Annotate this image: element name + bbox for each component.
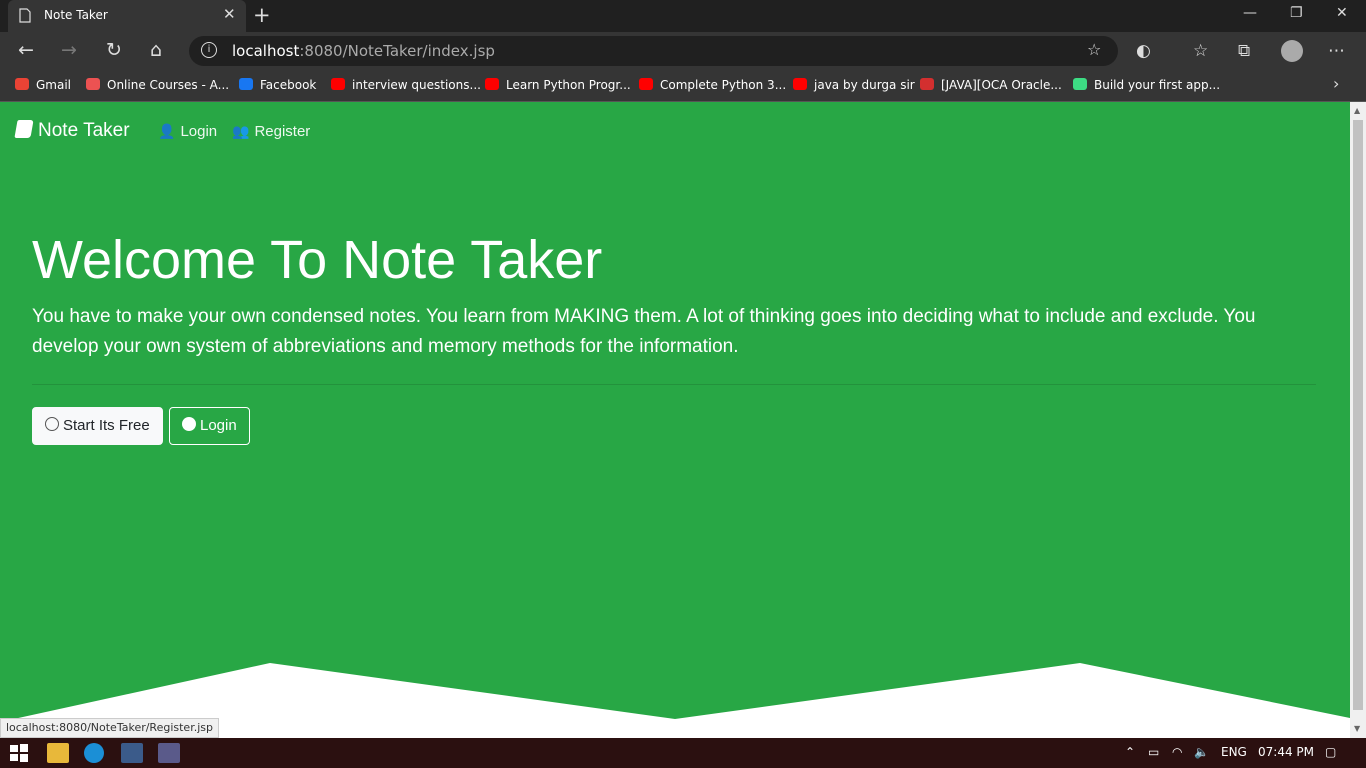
bookmark-item[interactable]: Build your first app... — [1073, 77, 1220, 95]
bookmark-label: Learn Python Progr... — [506, 78, 631, 92]
favorite-star-icon[interactable]: ☆ — [1087, 40, 1101, 59]
bookmark-item[interactable]: Learn Python Progr... — [485, 77, 631, 95]
user-circle-icon — [182, 417, 196, 431]
youtube-icon — [793, 78, 807, 90]
site-info-icon[interactable]: i — [201, 42, 217, 58]
edge-browser-icon[interactable] — [84, 743, 104, 763]
start-free-button[interactable]: Start Its Free — [32, 407, 163, 445]
scrollbar[interactable]: ▲ ▼ — [1350, 102, 1366, 738]
clock[interactable]: 07:44 PM — [1258, 745, 1314, 759]
bookmark-label: Gmail — [36, 78, 72, 92]
minimize-icon[interactable]: — — [1243, 5, 1257, 21]
scroll-thumb[interactable] — [1353, 120, 1363, 710]
browser-toolbar: ← → ↻ ⌂ i localhost:8080/NoteTaker/index… — [0, 32, 1366, 70]
page-viewport: Note Taker 👤 Login 👥 Register Welcome To N… — [0, 102, 1350, 738]
udemy-icon — [86, 78, 100, 90]
bookmark-label: interview questions... — [352, 78, 481, 92]
globe-icon — [45, 417, 59, 431]
gmail-icon — [15, 78, 29, 90]
login-button[interactable]: Login — [169, 407, 250, 445]
chevron-up-icon[interactable]: ⌃ — [1125, 745, 1135, 759]
more-icon[interactable]: ⋯ — [1328, 41, 1345, 61]
bookmark-label: java by durga sir — [814, 78, 915, 92]
bookmark-label: Complete Python 3... — [660, 78, 787, 92]
profile-avatar[interactable] — [1281, 40, 1303, 62]
wifi-icon[interactable]: ◠ — [1172, 745, 1182, 759]
forward-icon[interactable]: → — [61, 39, 77, 61]
address-bar[interactable]: i localhost:8080/NoteTaker/index.jsp ☆ — [189, 36, 1118, 66]
chevron-right-icon[interactable]: › — [1333, 74, 1339, 93]
settings-app-icon[interactable] — [158, 743, 180, 763]
bookmark-item[interactable]: interview questions... — [331, 77, 481, 95]
book-icon — [14, 120, 34, 138]
page-title: Welcome To Note Taker — [32, 230, 603, 290]
divider — [32, 384, 1316, 385]
file-explorer-icon[interactable] — [47, 743, 69, 763]
android-icon — [1073, 78, 1087, 90]
bookmark-item[interactable]: Online Courses - A... — [86, 77, 229, 95]
nav-login-link[interactable]: 👤 Login — [158, 123, 217, 140]
lead-text: You have to make your own condensed note… — [32, 306, 1256, 357]
bookmark-item[interactable]: Gmail — [15, 77, 71, 95]
bookmark-label: [JAVA][OCA Oracle... — [941, 78, 1062, 92]
battery-icon[interactable]: ▭ — [1148, 745, 1159, 759]
jumbotron: Welcome To Note Taker You have to make y… — [32, 230, 1316, 385]
collections-icon[interactable]: ⧉ — [1238, 41, 1250, 61]
bookmark-item[interactable]: Facebook — [239, 77, 316, 95]
bookmark-item[interactable]: [JAVA][OCA Oracle... — [920, 77, 1062, 95]
volume-icon[interactable]: 🔈 — [1194, 745, 1209, 759]
tab-strip: Note Taker ✕ + — ❐ ✕ — [0, 0, 1366, 32]
user-icon: 👤 — [158, 123, 176, 139]
browser-tab[interactable]: Note Taker ✕ — [8, 0, 246, 32]
refresh-icon[interactable]: ↻ — [106, 39, 122, 61]
bookmark-item[interactable]: Complete Python 3... — [639, 77, 786, 95]
youtube-icon — [485, 78, 499, 90]
app-icon[interactable] — [121, 743, 143, 763]
extension-icon[interactable]: ◐ — [1136, 41, 1151, 61]
status-bar: localhost:8080/NoteTaker/Register.jsp — [0, 718, 219, 738]
favorites-icon[interactable]: ☆ — [1193, 41, 1208, 61]
scroll-down-icon[interactable]: ▼ — [1354, 724, 1360, 733]
scroll-up-icon[interactable]: ▲ — [1354, 106, 1360, 115]
bookmark-label: Online Courses - A... — [107, 78, 230, 92]
youtube-icon — [639, 78, 653, 90]
tab-title: Note Taker — [44, 8, 108, 22]
user-plus-icon: 👥 — [232, 123, 250, 139]
back-icon[interactable]: ← — [18, 39, 34, 61]
pdf-icon — [920, 78, 934, 90]
bookmark-item[interactable]: java by durga sir — [793, 77, 915, 95]
url-text[interactable]: localhost:8080/NoteTaker/index.jsp — [232, 42, 495, 60]
navbar-brand[interactable]: Note Taker — [14, 120, 130, 142]
new-tab-button[interactable]: + — [253, 3, 271, 27]
language-indicator[interactable]: ENG — [1221, 745, 1247, 759]
close-window-icon[interactable]: ✕ — [1336, 5, 1348, 21]
home-icon[interactable]: ⌂ — [150, 39, 162, 61]
restore-icon[interactable]: ❐ — [1290, 5, 1303, 21]
youtube-icon — [331, 78, 345, 90]
nav-register-link[interactable]: 👥 Register — [232, 123, 310, 140]
windows-start-icon[interactable] — [8, 743, 30, 763]
facebook-icon — [239, 78, 253, 90]
notification-icon[interactable]: ▢ — [1325, 745, 1336, 759]
bookmark-label: Build your first app... — [1094, 78, 1221, 92]
close-tab-icon[interactable]: ✕ — [223, 5, 236, 23]
page-icon — [19, 8, 31, 23]
bookmark-label: Facebook — [260, 78, 317, 92]
taskbar: ⌃ ▭ ◠ 🔈 ENG 07:44 PM ▢ — [0, 738, 1366, 768]
